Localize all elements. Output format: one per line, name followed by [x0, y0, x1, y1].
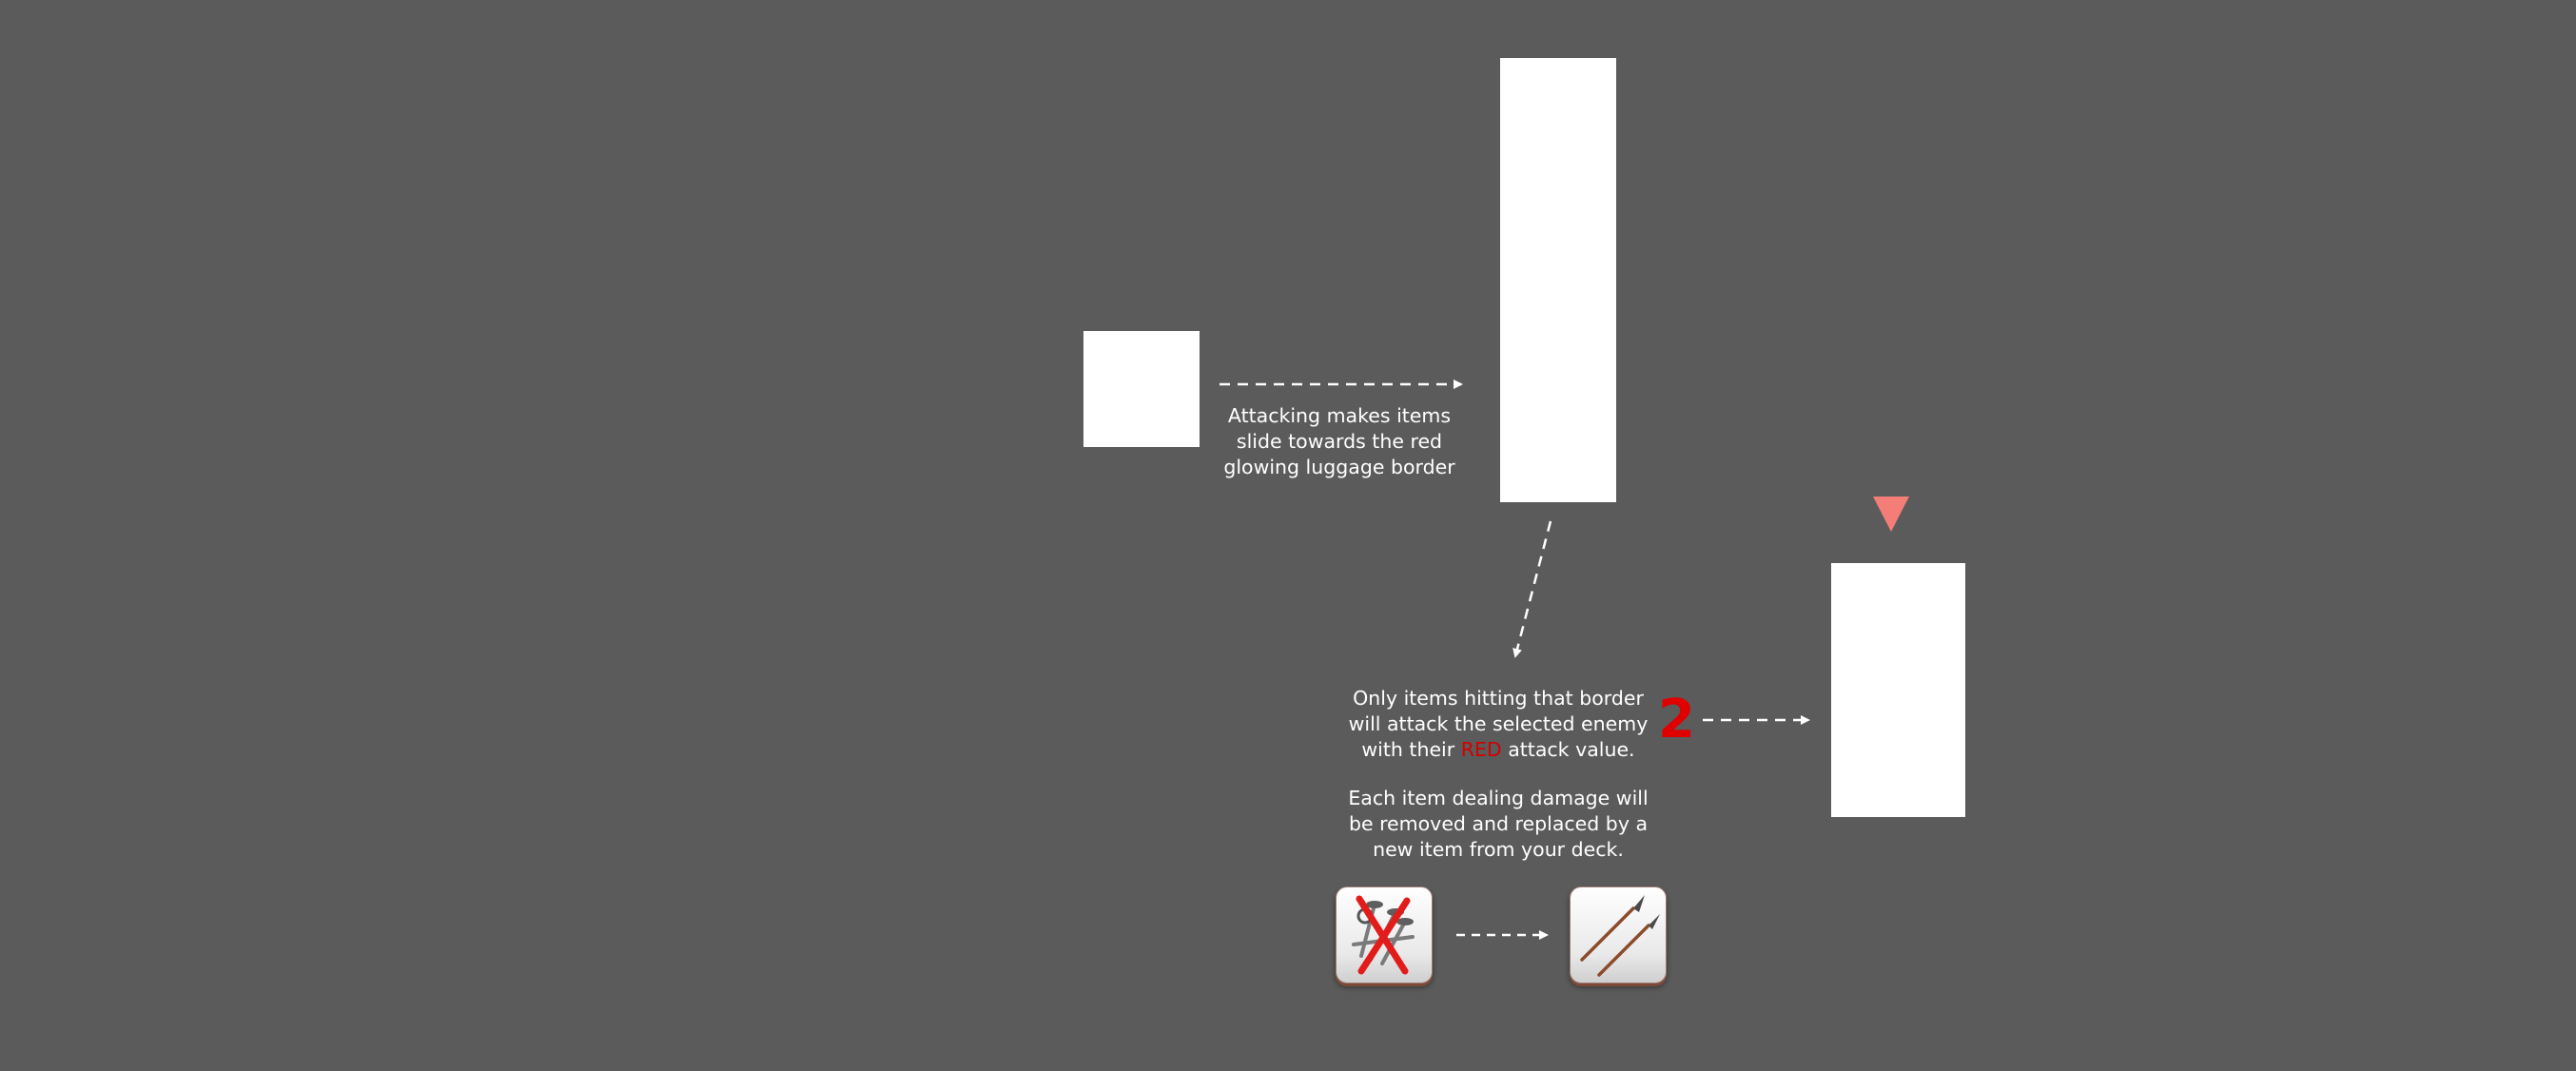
spears-icon: [1580, 895, 1660, 977]
crossed-out-nails-icon: [1352, 895, 1415, 975]
caption-replacement: Each item dealing damage will be removed…: [1348, 787, 1649, 861]
caption-border-attack: Only items hitting that border will atta…: [1348, 687, 1649, 761]
arrow-down-to-caption: [1512, 520, 1552, 658]
damage-value: 2: [1658, 689, 1695, 750]
replacement-item-card: [1570, 886, 1667, 983]
caption-attack-slide: Attacking makes items slide towards the …: [1223, 404, 1455, 478]
removed-item-card: [1336, 886, 1433, 983]
red-keyword: RED: [1460, 738, 1502, 761]
dashed-arrows: [1220, 380, 1810, 940]
